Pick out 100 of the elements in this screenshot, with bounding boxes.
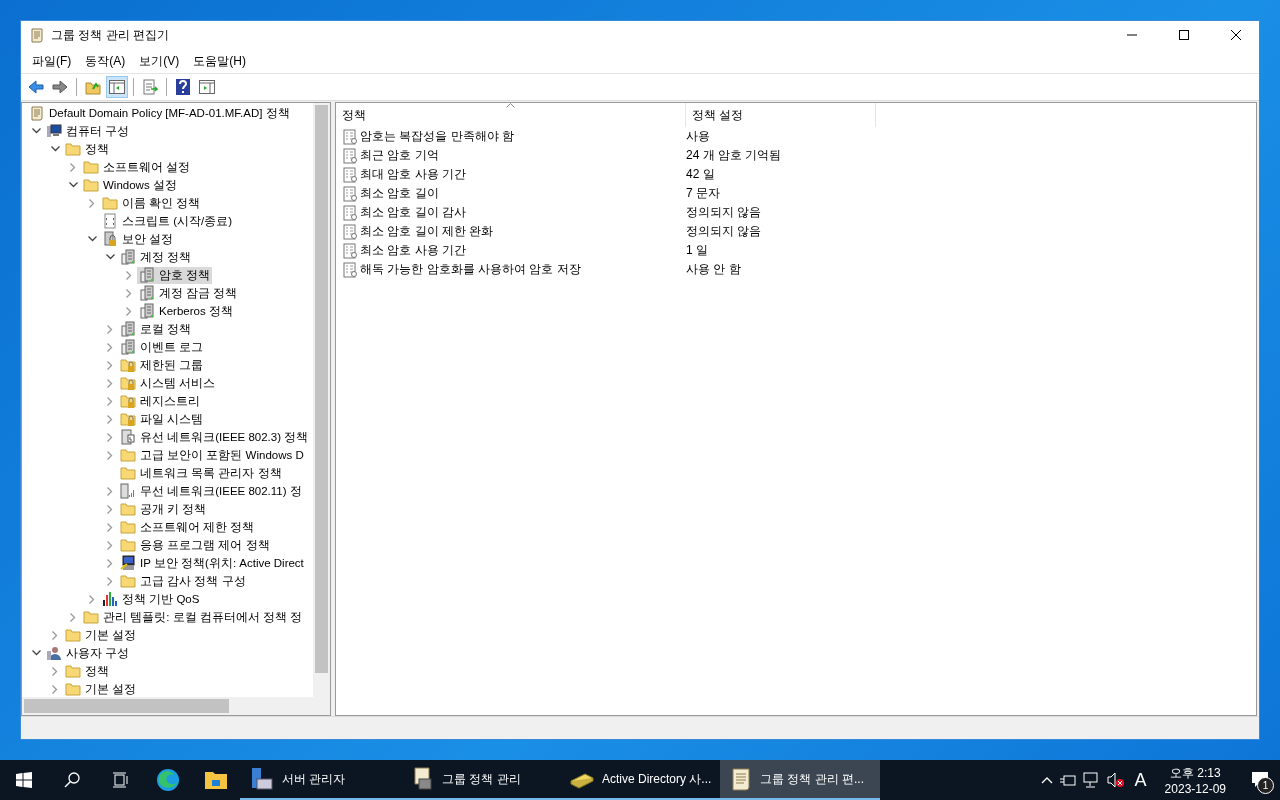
expand-chevron-icon[interactable] [107, 504, 113, 514]
power-plug-icon[interactable] [1058, 773, 1077, 787]
tree-item[interactable]: 제한된 그룹 [118, 356, 206, 374]
tree-item[interactable]: 컴퓨터 구성 [44, 122, 132, 140]
tree-item[interactable]: 관리 템플릿: 로컬 컴퓨터에서 정책 정 [81, 608, 305, 626]
policy-setting-icon [342, 147, 358, 164]
tree-item[interactable]: 정책 기반 QoS [100, 590, 202, 608]
tree-item[interactable]: 고급 보안이 포함된 Windows D [118, 446, 306, 464]
expand-chevron-icon[interactable] [107, 378, 113, 388]
expand-chevron-icon[interactable] [52, 666, 58, 676]
expand-chevron-icon[interactable] [70, 162, 76, 172]
expand-chevron-icon[interactable] [107, 450, 113, 460]
input-method-indicator[interactable]: A [1130, 769, 1151, 791]
menu-item[interactable]: 파일(F) [25, 52, 79, 70]
collapse-chevron-icon[interactable] [31, 650, 41, 656]
table-cell: 암호는 복잡성을 만족해야 함 [360, 128, 514, 145]
folder-icon [83, 159, 99, 175]
collapse-chevron-icon[interactable] [68, 182, 78, 188]
tree-item[interactable]: 고급 감사 정책 구성 [118, 572, 248, 590]
tree-item[interactable]: 소프트웨어 제한 정책 [118, 518, 257, 536]
tree-item[interactable]: Default Domain Policy [MF-AD-01.MF.AD] 정책 [27, 104, 292, 122]
menu-item[interactable]: 보기(V) [132, 52, 187, 70]
tree-item[interactable]: 정책 [63, 140, 111, 158]
expand-chevron-icon[interactable] [107, 576, 113, 586]
taskbar-app-button[interactable]: 그룹 정책 관리 편... [720, 760, 880, 800]
scroll-icon [29, 105, 45, 121]
expand-chevron-icon[interactable] [107, 540, 113, 550]
tree-item[interactable]: 보안 설정 [100, 230, 176, 248]
expand-chevron-icon[interactable] [52, 684, 58, 694]
tree-item[interactable]: 네트워크 목록 관리자 정책 [118, 464, 284, 482]
table-cell: 최소 암호 사용 기간 [360, 242, 466, 259]
collapse-chevron-icon[interactable] [31, 128, 41, 134]
tree-item[interactable]: 응용 프로그램 제어 정책 [118, 536, 272, 554]
menu-item[interactable]: 도움말(H) [186, 52, 253, 70]
tree-item[interactable]: 정책 [63, 662, 111, 680]
tree-item[interactable]: 스크립트 (시작/종료) [100, 212, 235, 230]
locked-folder-icon [120, 357, 136, 373]
maximize-icon [1179, 30, 1189, 40]
expand-chevron-icon[interactable] [107, 342, 113, 352]
horizontal-scrollbar[interactable] [22, 697, 330, 715]
server-icon [120, 249, 136, 265]
expand-chevron-icon[interactable] [107, 558, 113, 568]
network-icon[interactable] [1082, 772, 1101, 788]
tree-item[interactable]: 계정 잠금 정책 [137, 284, 240, 302]
vertical-scrollbar[interactable] [313, 103, 330, 697]
tree-item[interactable]: 시스템 서비스 [118, 374, 218, 392]
tree-item[interactable]: IP 보안 정책(위치: Active Direct [118, 554, 306, 572]
expand-chevron-icon[interactable] [126, 270, 132, 280]
collapse-chevron-icon[interactable] [50, 146, 60, 152]
tree-item[interactable]: 공개 키 정책 [118, 500, 209, 518]
folder-icon [65, 627, 81, 643]
collapse-chevron-icon[interactable] [105, 254, 115, 260]
tree-item[interactable]: 기본 설정 [63, 626, 139, 644]
tree-item[interactable]: 파일 시스템 [118, 410, 206, 428]
expand-chevron-icon[interactable] [52, 630, 58, 640]
table-cell: 정의되지 않음 [686, 223, 762, 240]
expand-chevron-icon[interactable] [107, 522, 113, 532]
expand-chevron-icon[interactable] [126, 288, 132, 298]
tree-item[interactable]: 레지스트리 [118, 392, 202, 410]
clock[interactable]: 오후 2:13 2023-12-09 [1156, 764, 1234, 796]
expand-chevron-icon[interactable] [70, 612, 76, 622]
expand-chevron-icon[interactable] [126, 306, 132, 316]
monitor-key-icon [120, 555, 136, 571]
taskbar-app-button[interactable]: 서버 관리자 [240, 760, 400, 800]
tree-item[interactable]: 기본 설정 [63, 680, 139, 697]
column-header[interactable]: 정책 [336, 103, 686, 127]
tree-item[interactable]: 암호 정책 [137, 266, 213, 284]
speaker-muted-icon[interactable] [1106, 772, 1125, 788]
expand-chevron-icon[interactable] [107, 486, 113, 496]
expand-chevron-icon[interactable] [107, 324, 113, 334]
collapse-chevron-icon[interactable] [87, 236, 97, 242]
server-icon [139, 303, 155, 319]
show-hidden-icons-chevron-icon[interactable] [1040, 776, 1053, 784]
tree-item[interactable]: 이름 확인 정책 [100, 194, 203, 212]
expand-chevron-icon[interactable] [107, 414, 113, 424]
expand-chevron-icon[interactable] [107, 432, 113, 442]
menu-item[interactable]: 동작(A) [78, 52, 133, 70]
tree-item[interactable]: Windows 설정 [81, 176, 179, 194]
policy-setting-icon [342, 204, 358, 221]
tree-item[interactable]: Kerberos 정책 [137, 302, 235, 320]
tree-item[interactable]: 유선 네트워크(IEEE 802.3) 정책 [118, 428, 311, 446]
folder-icon [83, 609, 99, 625]
server-icon [120, 339, 136, 355]
scroll-icon [730, 767, 752, 791]
tree-item[interactable]: 계정 정책 [118, 248, 194, 266]
tree-item[interactable]: 로컬 정책 [118, 320, 194, 338]
tree-item[interactable]: 사용자 구성 [44, 644, 132, 662]
folder-icon [102, 195, 118, 211]
taskbar-app-button[interactable]: 그룹 정책 관리 [400, 760, 560, 800]
tree-item[interactable]: 이벤트 로그 [118, 338, 206, 356]
table-cell: 최소 암호 길이 제한 완화 [360, 223, 494, 240]
expand-chevron-icon[interactable] [107, 396, 113, 406]
expand-chevron-icon[interactable] [89, 594, 95, 604]
tree-item[interactable]: 무선 네트워크(IEEE 802.11) 정 [118, 482, 304, 500]
expand-chevron-icon[interactable] [89, 198, 95, 208]
tree-item[interactable]: 소프트웨어 설정 [81, 158, 193, 176]
expand-chevron-icon[interactable] [107, 360, 113, 370]
policy-setting-icon [342, 261, 358, 278]
console-tree-toggle-button[interactable] [106, 76, 128, 98]
column-header[interactable]: 정책 설정 [686, 103, 876, 127]
